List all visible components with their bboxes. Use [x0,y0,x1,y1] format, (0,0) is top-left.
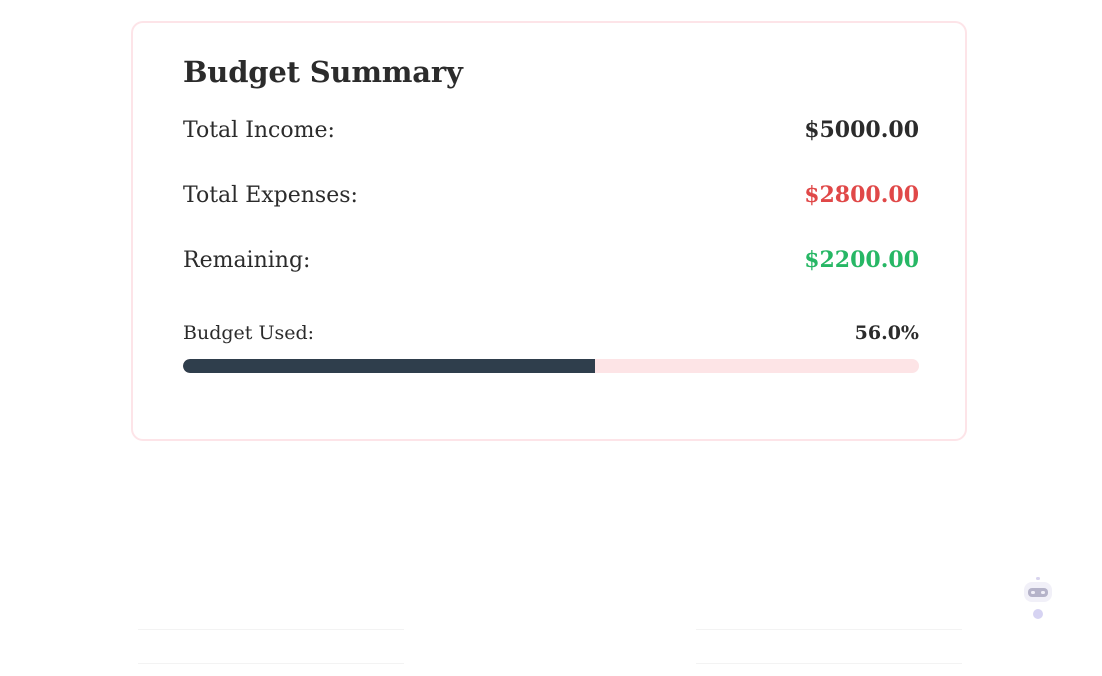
budget-summary-card: Budget Summary Total Income: $5000.00 To… [131,21,967,441]
total-expenses-row: Total Expenses: $2800.00 [183,182,919,208]
remaining-value: $2200.00 [804,247,919,273]
robot-eye [1031,591,1035,594]
budget-used-percent: 56.0% [854,322,919,344]
page: Budget Summary Total Income: $5000.00 To… [0,0,1102,676]
divider [138,629,404,630]
total-income-row: Total Income: $5000.00 [183,117,919,143]
total-income-value: $5000.00 [804,117,919,143]
total-expenses-value: $2800.00 [804,182,919,208]
budget-progress-bar [183,359,919,373]
budget-used-row: Budget Used: 56.0% [183,322,919,344]
robot-head [1024,582,1052,602]
remaining-row: Remaining: $2200.00 [183,247,919,273]
budget-progress-fill [183,359,596,373]
divider [696,663,962,664]
total-expenses-label: Total Expenses: [183,182,358,208]
total-income-label: Total Income: [183,117,335,143]
robot-eye [1041,591,1045,594]
divider [138,663,404,664]
divider [696,629,962,630]
robot-face [1028,588,1048,597]
budget-used-label: Budget Used: [183,322,315,344]
robot-antenna [1036,577,1040,580]
remaining-label: Remaining: [183,247,311,273]
card-title: Budget Summary [183,55,463,89]
robot-body [1033,609,1043,619]
robot-icon[interactable] [1022,576,1054,622]
